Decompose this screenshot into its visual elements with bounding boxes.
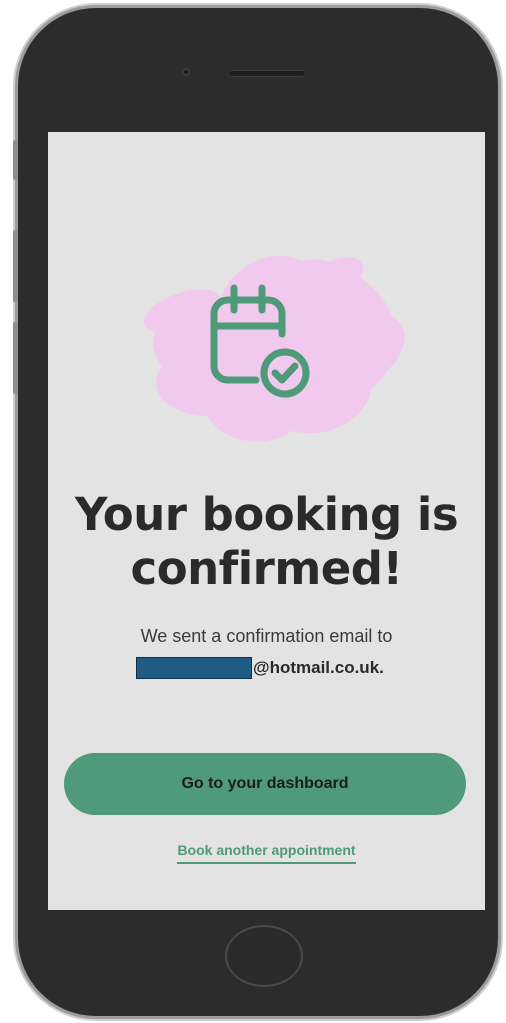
- mute-switch: [13, 140, 18, 180]
- confirmation-title: Your booking is confirmed!: [48, 488, 485, 596]
- title-line-2: confirmed!: [130, 542, 403, 595]
- confirmation-message: We sent a confirmation email to: [140, 626, 393, 646]
- volume-down-button: [13, 322, 18, 394]
- email-domain: @hotmail.co.uk.: [253, 658, 384, 677]
- title-line-1: Your booking is: [74, 488, 459, 541]
- book-another-appointment-link[interactable]: Book another appointment: [177, 842, 356, 864]
- redacted-email-user: [136, 657, 252, 679]
- volume-up-button: [13, 230, 18, 302]
- earpiece-speaker: [228, 70, 306, 77]
- home-button[interactable]: [225, 925, 303, 987]
- front-camera: [182, 68, 190, 76]
- go-to-dashboard-button[interactable]: Go to your dashboard: [64, 753, 466, 815]
- email-address: @hotmail.co.uk.: [136, 655, 384, 681]
- booking-illustration: [143, 255, 405, 442]
- book-another-wrapper: Book another appointment: [48, 842, 485, 864]
- pink-blob: [143, 255, 405, 442]
- phone-screen: Your booking is confirmed! We sent a con…: [48, 132, 485, 910]
